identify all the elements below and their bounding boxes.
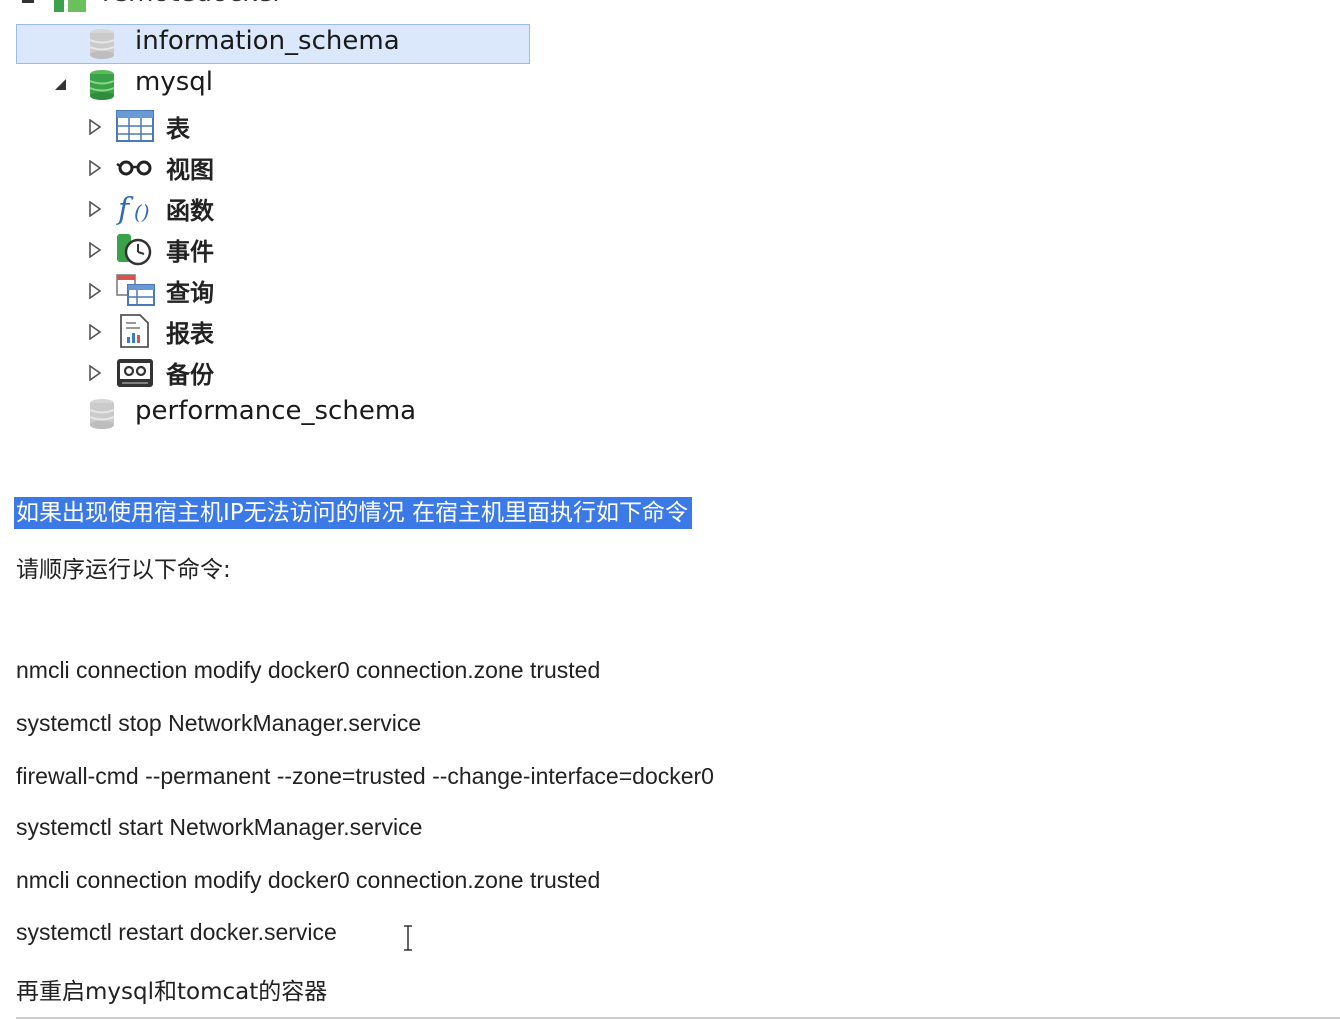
connection-name: remotedocker: [102, 0, 283, 8]
expanded-triangle-icon[interactable]: [54, 78, 68, 92]
view-glasses-icon: [116, 160, 152, 176]
command-line[interactable]: nmcli connection modify docker0 connecti…: [16, 657, 600, 684]
collapsed-triangle-icon[interactable]: [88, 160, 102, 176]
command-line[interactable]: nmcli connection modify docker0 connecti…: [16, 867, 600, 894]
text-cursor-icon: [404, 925, 412, 951]
final-line[interactable]: 再重启mysql和tomcat的容器: [16, 972, 327, 1006]
collapsed-triangle-icon[interactable]: [88, 365, 102, 381]
tree-item-label: 表: [166, 115, 190, 143]
collapsed-triangle-icon[interactable]: [88, 119, 102, 135]
query-icon: [116, 274, 155, 306]
tree-item-label: 视图: [166, 156, 214, 184]
collapsed-triangle-icon[interactable]: [88, 242, 102, 258]
tree-item-label: 函数: [166, 197, 214, 225]
command-line[interactable]: systemctl start NetworkManager.service: [16, 814, 422, 841]
connection-icon: [54, 0, 86, 12]
event-clock-icon: [117, 234, 152, 266]
backup-icon: [117, 359, 153, 387]
function-icon: f (): [116, 192, 150, 225]
database-name: information_schema: [135, 26, 400, 56]
collapsed-triangle-icon[interactable]: [88, 283, 102, 299]
tree-item-label: 查询: [166, 279, 214, 307]
database-icon: [89, 399, 115, 429]
collapse-minus-icon[interactable]: [20, 0, 40, 5]
svg-text:(): (): [134, 200, 150, 224]
database-tree: remotedocker information_schema: [0, 0, 540, 440]
database-name: performance_schema: [135, 396, 417, 426]
page: remotedocker information_schema: [0, 0, 1340, 1020]
tree-item-label: 备份: [166, 361, 214, 389]
report-icon: [120, 314, 149, 348]
tree-item-label: 事件: [166, 238, 214, 266]
collapsed-triangle-icon[interactable]: [88, 324, 102, 340]
command-line[interactable]: systemctl stop NetworkManager.service: [16, 710, 421, 737]
selected-text-line[interactable]: 如果出现使用宿主机IP无法访问的情况 在宿主机里面执行如下命令: [14, 497, 692, 529]
tree-item-label: 报表: [166, 320, 214, 348]
svg-text:f: f: [116, 192, 134, 225]
command-line[interactable]: firewall-cmd --permanent --zone=trusted …: [16, 763, 714, 790]
table-icon: [116, 110, 154, 142]
database-name: mysql: [135, 67, 213, 97]
database-icon: [89, 70, 115, 100]
divider: [16, 1017, 1340, 1019]
database-icon: [89, 29, 115, 59]
command-line[interactable]: systemctl restart docker.service: [16, 919, 337, 946]
collapsed-triangle-icon[interactable]: [88, 201, 102, 217]
intro-line[interactable]: 请顺序运行以下命令:: [16, 550, 231, 584]
